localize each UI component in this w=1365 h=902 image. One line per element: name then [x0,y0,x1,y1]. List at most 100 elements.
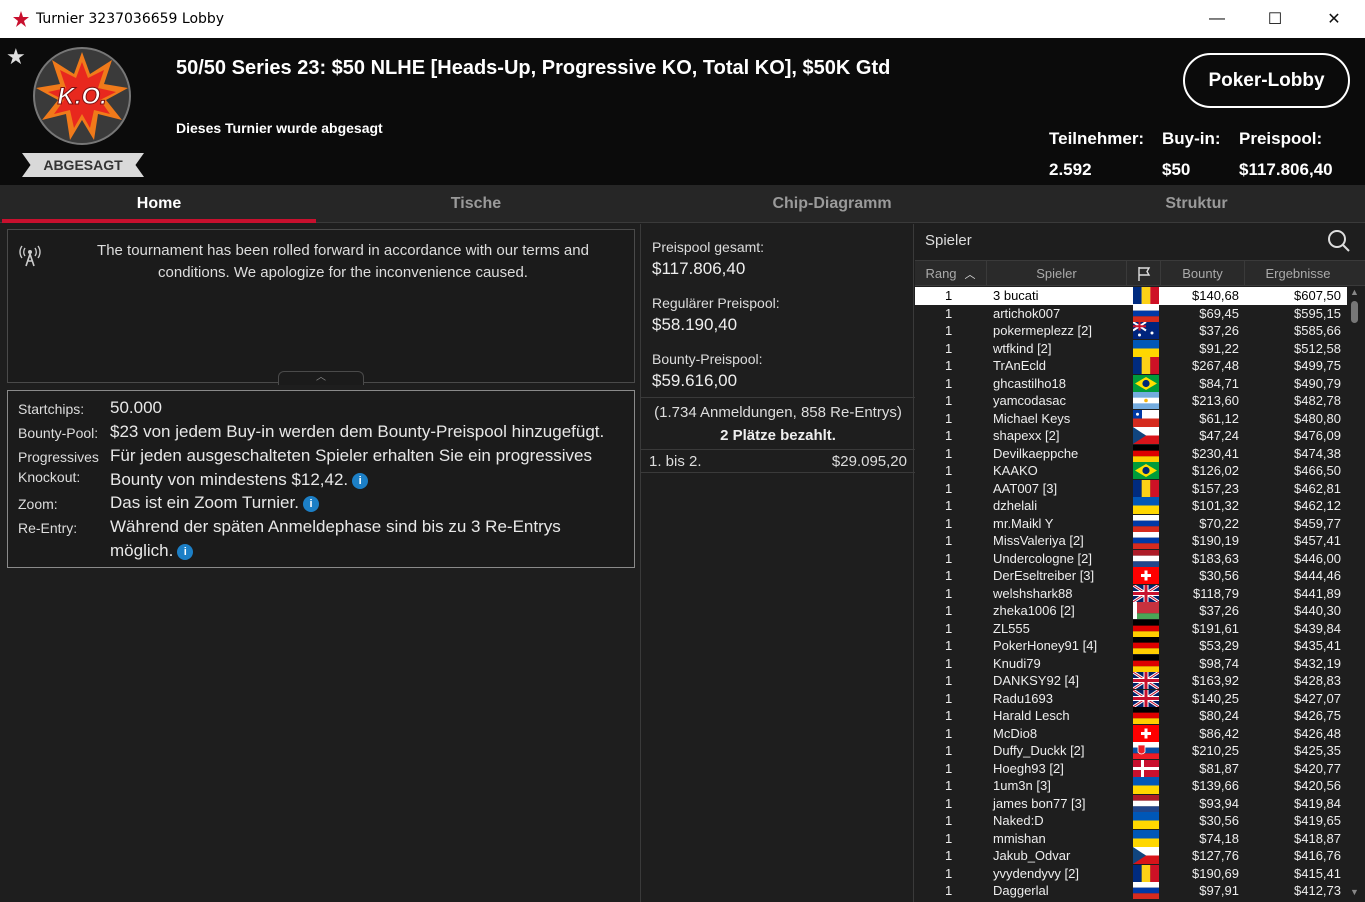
player-row[interactable]: 1 Naked:D $30,56 $419,65 [915,812,1347,830]
player-row[interactable]: 1 pokermeplezz [2] $37,26 $585,66 [915,322,1347,340]
player-name: welshshark88 [993,585,1073,601]
column-player[interactable]: Spieler [987,261,1127,286]
player-row[interactable]: 1 DANKSY92 [4] $163,92 $428,83 [915,672,1347,690]
player-rank: 1 [945,760,953,776]
player-row[interactable]: 1 zheka1006 [2] $37,26 $440,30 [915,602,1347,620]
player-result: $440,30 [1294,603,1341,618]
poker-lobby-button[interactable]: Poker-Lobby [1183,53,1350,108]
favorite-star-icon[interactable]: ★ [6,44,26,70]
player-row[interactable]: 1 AAT007 [3] $157,23 $462,81 [915,479,1347,498]
player-bounty: $37,26 [1199,323,1239,338]
player-row[interactable]: 1 james bon77 [3] $93,94 $419,84 [915,794,1347,813]
player-row[interactable]: 1 3 bucati $140,68 $607,50 [915,287,1347,305]
player-row[interactable]: 1 yvydendyvy [2] $190,69 $415,41 [915,864,1347,883]
close-button[interactable]: ✕ [1305,0,1363,38]
country-flag-icon [1133,759,1159,777]
player-result: $416,76 [1294,848,1341,863]
player-row[interactable]: 1 welshshark88 $118,79 $441,89 [915,584,1347,603]
player-row[interactable]: 1 wtfkind [2] $91,22 $512,58 [915,339,1347,358]
player-bounty: $37,26 [1199,603,1239,618]
player-row[interactable]: 1 Jakub_Odvar $127,76 $416,76 [915,847,1347,865]
player-bounty: $70,22 [1199,515,1239,531]
reentry-value-text: möglich. [110,541,174,560]
tab-struktur[interactable]: Struktur [1030,185,1363,223]
player-row[interactable]: 1 ZL555 $191,61 $439,84 [915,619,1347,638]
player-row[interactable]: 1 KAAKO $126,02 $466,50 [915,462,1347,480]
search-icon[interactable] [1327,229,1351,253]
player-row[interactable]: 1 PokerHoney91 [4] $53,29 $435,41 [915,637,1347,655]
player-rank: 1 [945,498,953,513]
player-row[interactable]: 1 artichok007 $69,45 $595,15 [915,304,1347,323]
collapse-notice-button[interactable]: ︿ [278,371,364,385]
player-rank: 1 [945,445,953,461]
player-name: wtfkind [2] [993,340,1052,356]
player-row[interactable]: 1 Knudi79 $98,74 $432,19 [915,654,1347,673]
player-rank: 1 [945,375,953,391]
maximize-button[interactable]: ☐ [1246,0,1304,38]
player-name: Michael Keys [993,410,1071,426]
player-bounty: $98,74 [1199,655,1239,671]
paid-places-text: 2 Plätze bezahlt. [720,427,836,444]
player-rank: 1 [945,778,953,793]
player-row[interactable]: 1 Devilkaeppche $230,41 $474,38 [915,444,1347,463]
player-row[interactable]: 1 McDio8 $86,42 $426,48 [915,724,1347,743]
player-bounty: $30,56 [1199,568,1239,583]
player-row[interactable]: 1 shapexx [2] $47,24 $476,09 [915,427,1347,445]
tab-home[interactable]: Home [2,185,316,223]
country-flag-icon [1133,357,1159,374]
player-row[interactable]: 1 Hoegh93 [2] $81,87 $420,77 [915,759,1347,778]
player-bounty: $30,56 [1199,813,1239,828]
player-row[interactable]: 1 DerEseltreiber [3] $30,56 $444,46 [915,567,1347,585]
player-row[interactable]: 1 dzhelali $101,32 $462,12 [915,497,1347,515]
player-row[interactable]: 1 Duffy_Duckk [2] $210,25 $425,35 [915,742,1347,760]
player-rank: 1 [945,533,953,548]
knockout-badge: K.O. [32,46,132,146]
player-row[interactable]: 1 MissValeriya [2] $190,19 $457,41 [915,532,1347,550]
country-flag-icon [1133,427,1159,444]
player-row[interactable]: 1 ghcastilho18 $84,71 $490,79 [915,374,1347,393]
column-rank[interactable]: Rang ︿ [915,261,987,286]
player-row[interactable]: 1 Daggerlal $97,91 $412,73 [915,882,1347,900]
players-scrollbar[interactable]: ▲ ▼ [1348,287,1360,899]
tab-tische[interactable]: Tische [318,185,634,223]
player-result: $420,77 [1294,760,1341,776]
player-result: $435,41 [1294,638,1341,653]
player-rank: 1 [945,620,953,636]
player-row[interactable]: 1 Undercologne [2] $183,63 $446,00 [915,549,1347,568]
player-row[interactable]: 1 mmishan $74,18 $418,87 [915,829,1347,848]
players-panel: Spieler Rang ︿ Spieler Bounty Ergebnisse… [915,224,1365,902]
player-row[interactable]: 1 1um3n [3] $139,66 $420,56 [915,777,1347,795]
info-icon[interactable]: i [352,472,369,489]
scroll-down-icon[interactable]: ▼ [1350,887,1359,897]
player-name: 3 bucati [993,288,1039,303]
reentry-value-line-2: möglich. i [110,539,194,563]
column-bounty[interactable]: Bounty [1161,261,1245,286]
scrollbar-thumb[interactable] [1351,301,1358,323]
player-result: $412,73 [1294,883,1341,898]
player-row[interactable]: 1 TrAnEcld $267,48 $499,75 [915,357,1347,375]
player-row[interactable]: 1 Michael Keys $61,12 $480,80 [915,409,1347,428]
player-row[interactable]: 1 Radu1693 $140,25 $427,07 [915,689,1347,708]
reentry-value-line-1: Während der späten Anmeldephase sind bis… [110,517,561,536]
player-bounty: $210,25 [1192,743,1239,758]
player-bounty: $47,24 [1199,428,1239,443]
player-result: $499,75 [1294,358,1341,373]
player-row[interactable]: 1 yamcodasac $213,60 $482,78 [915,392,1347,410]
player-rank: 1 [945,463,953,478]
country-flag-icon [1133,392,1159,409]
player-row[interactable]: 1 mr.Maikl Y $70,22 $459,77 [915,514,1347,533]
prizepool-panel: Preispool gesamt: $117.806,40 Regulärer … [640,224,915,902]
country-flag-icon [1133,549,1159,567]
info-icon[interactable]: i [177,543,194,560]
info-icon[interactable]: i [302,495,319,512]
minimize-button[interactable]: — [1188,0,1246,38]
total-prizepool-value: $117.806,40 [652,259,746,278]
tab-chip-diagramm[interactable]: Chip-Diagramm [636,185,1028,223]
column-results[interactable]: Ergebnisse [1245,261,1351,286]
player-rank: 1 [945,795,953,811]
player-name: MissValeriya [2] [993,533,1084,548]
column-flag[interactable] [1127,261,1161,286]
player-row[interactable]: 1 Harald Lesch $80,24 $426,75 [915,707,1347,725]
player-bounty: $140,68 [1192,288,1239,303]
scroll-up-icon[interactable]: ▲ [1350,287,1359,297]
